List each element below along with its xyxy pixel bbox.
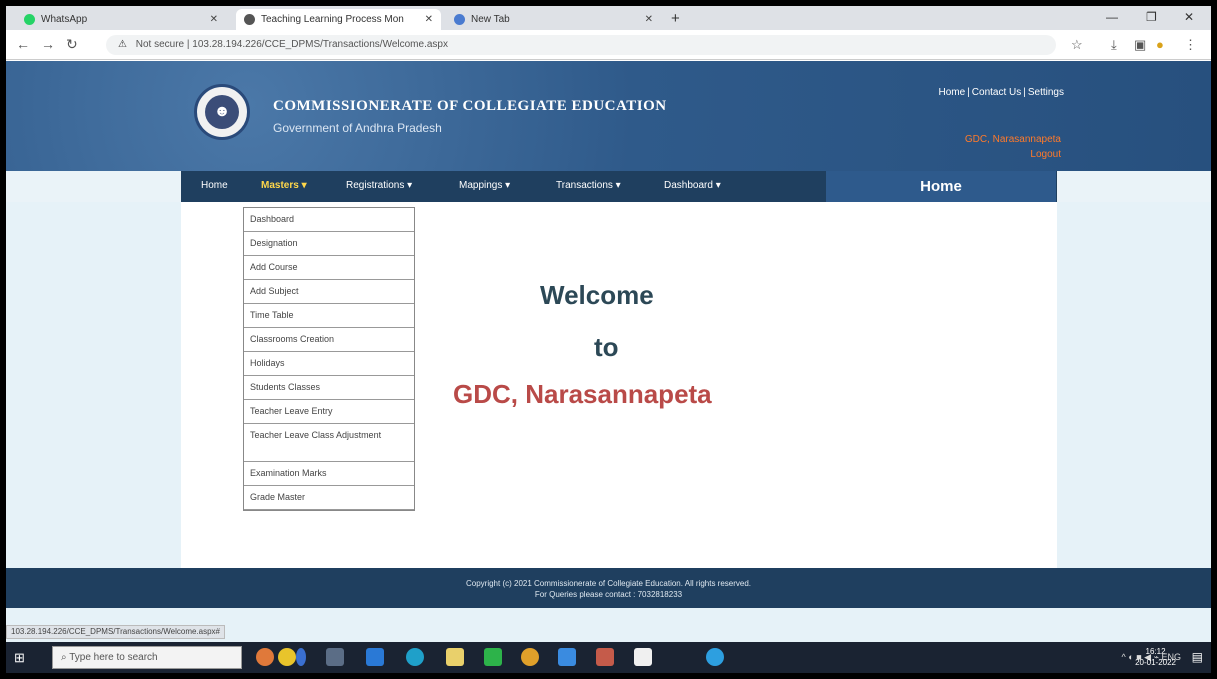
yellow-app-icon[interactable] — [278, 648, 296, 666]
nav-home[interactable]: Home — [201, 180, 228, 191]
tab-label: New Tab — [471, 14, 510, 25]
logout-link[interactable]: Logout — [1030, 149, 1061, 160]
search-placeholder: Type here to search — [69, 652, 158, 663]
college-name: GDC, Narasannapeta — [964, 134, 1061, 145]
sheets-app-icon[interactable] — [484, 648, 502, 666]
menu-item-classrooms[interactable]: Classrooms Creation — [244, 328, 414, 352]
menu-item-add-course[interactable]: Add Course — [244, 256, 414, 280]
whatsapp-icon — [24, 14, 35, 25]
close-tab-icon[interactable]: ✕ — [639, 14, 653, 25]
clock-date: 20-01-2022 — [1135, 658, 1176, 667]
settings-taskbar-icon[interactable] — [706, 648, 724, 666]
address-bar[interactable]: ⚠ Not secure | 103.28.194.226/CCE_DPMS/T… — [106, 35, 1056, 55]
taskbar-search[interactable]: ⌕ Type here to search — [52, 646, 242, 669]
person-icon: ☻ — [205, 95, 239, 129]
menu-item-holidays[interactable]: Holidays — [244, 352, 414, 376]
url-text: 103.28.194.226/CCE_DPMS/Transactions/Wel… — [192, 39, 448, 50]
site-subtitle: Government of Andhra Pradesh — [273, 121, 442, 135]
menu-item-designation[interactable]: Designation — [244, 232, 414, 256]
close-tab-icon[interactable]: ✕ — [419, 14, 433, 25]
browser-toolbar: ← → ↻ ⚠ Not secure | 103.28.194.226/CCE_… — [6, 30, 1211, 60]
tab-new-tab[interactable]: New Tab ✕ — [446, 9, 661, 30]
settings-link[interactable]: Settings — [1028, 87, 1064, 98]
close-tab-icon[interactable]: ✕ — [204, 14, 218, 25]
bookmark-star-icon[interactable]: ☆ — [1071, 37, 1083, 53]
extensions-icon[interactable]: ▣ — [1134, 37, 1146, 53]
tab-label: Teaching Learning Process Mon — [261, 14, 404, 25]
back-icon[interactable]: ← — [16, 36, 30, 52]
tab-label: WhatsApp — [41, 14, 88, 25]
menu-item-add-subject[interactable]: Add Subject — [244, 280, 414, 304]
nav-dashboard[interactable]: Dashboard ▾ — [664, 180, 721, 191]
menu-item-grade-master[interactable]: Grade Master — [244, 486, 414, 510]
menu-kebab-icon[interactable]: ⋮ — [1184, 37, 1197, 53]
chrome-taskbar-icon[interactable] — [521, 648, 539, 666]
menu-item-time-table[interactable]: Time Table — [244, 304, 414, 328]
nav-transactions[interactable]: Transactions ▾ — [556, 180, 621, 191]
menu-item-teacher-leave-entry[interactable]: Teacher Leave Entry — [244, 400, 414, 424]
close-window-button[interactable]: ✕ — [1184, 10, 1194, 24]
tab-whatsapp[interactable]: WhatsApp ✕ — [16, 9, 226, 30]
nav-masters[interactable]: Masters ▾ — [261, 180, 307, 191]
site-icon — [244, 14, 255, 25]
new-tab-button[interactable]: + — [671, 10, 680, 27]
tab-teaching-learning[interactable]: Teaching Learning Process Mon ✕ — [236, 9, 441, 30]
search-icon: ⌕ — [61, 652, 70, 663]
top-links: Home | Contact Us | Settings — [938, 87, 1064, 98]
not-secure-icon: ⚠ — [118, 39, 127, 50]
menu-item-teacher-leave-adjustment[interactable]: Teacher Leave Class Adjustment — [244, 424, 414, 462]
photos-icon[interactable] — [596, 648, 614, 666]
maximize-button[interactable]: ❐ — [1146, 10, 1157, 24]
welcome-college-name: GDC, Narasannapeta — [453, 379, 712, 409]
store-icon[interactable] — [366, 648, 384, 666]
nav-mappings[interactable]: Mappings ▾ — [459, 180, 510, 191]
page-heading: Home — [826, 171, 1056, 202]
home-link[interactable]: Home — [938, 87, 965, 98]
security-label: Not secure — [135, 39, 185, 50]
browser-tab-strip: WhatsApp ✕ Teaching Learning Process Mon… — [6, 6, 1211, 30]
masters-dropdown: Dashboard Designation Add Course Add Sub… — [243, 207, 415, 511]
profile-avatar-icon[interactable]: ● — [1156, 37, 1164, 52]
site-footer: Copyright (c) 2021 Commissionerate of Co… — [6, 568, 1211, 608]
file-explorer-icon[interactable] — [446, 648, 464, 666]
reload-icon[interactable]: ↻ — [66, 36, 78, 53]
multicolor-app-icon[interactable] — [256, 648, 274, 666]
menu-item-dashboard[interactable]: Dashboard — [244, 208, 414, 232]
chrome-icon — [454, 14, 465, 25]
mail-icon[interactable] — [558, 648, 576, 666]
contact-us-link[interactable]: Contact Us — [972, 87, 1021, 98]
nav-registrations[interactable]: Registrations ▾ — [346, 180, 412, 191]
blue-app-icon[interactable] — [296, 648, 306, 666]
status-bar-url: 103.28.194.226/CCE_DPMS/Transactions/Wel… — [6, 625, 225, 639]
minimize-button[interactable]: — — [1106, 10, 1118, 24]
welcome-to: to — [594, 332, 619, 362]
word-icon[interactable] — [634, 648, 652, 666]
notification-icon[interactable]: ▤ — [1192, 650, 1203, 664]
edge-icon[interactable] — [406, 648, 424, 666]
copyright-text: Copyright (c) 2021 Commissionerate of Co… — [465, 579, 752, 588]
windows-taskbar: ⊞ ⌕ Type here to search ^ ◐ ■ ◀ ⌁ ENG 16… — [6, 642, 1211, 673]
menu-item-students-classes[interactable]: Students Classes — [244, 376, 414, 400]
welcome-heading: Welcome — [540, 280, 654, 310]
main-nav: Home Masters ▾ Registrations ▾ Mappings … — [6, 171, 1211, 202]
clock-time: 16:12 — [1145, 647, 1166, 656]
site-header: ☻ COMMISSIONERATE OF COLLEGIATE EDUCATIO… — [6, 61, 1211, 171]
windows-start-icon[interactable]: ⊞ — [14, 650, 25, 666]
screen: WhatsApp ✕ Teaching Learning Process Mon… — [6, 6, 1211, 673]
download-icon[interactable]: ⤓ — [1111, 37, 1117, 53]
task-view-icon[interactable] — [326, 648, 344, 666]
menu-item-examination-marks[interactable]: Examination Marks — [244, 462, 414, 486]
clock[interactable]: 16:12 20-01-2022 — [1135, 646, 1176, 668]
forward-icon[interactable]: → — [41, 36, 55, 52]
contact-text: For Queries please contact : 7032818233 — [534, 590, 683, 599]
emblem-logo: ☻ — [194, 84, 250, 140]
site-title: COMMISSIONERATE OF COLLEGIATE EDUCATION — [273, 98, 667, 114]
